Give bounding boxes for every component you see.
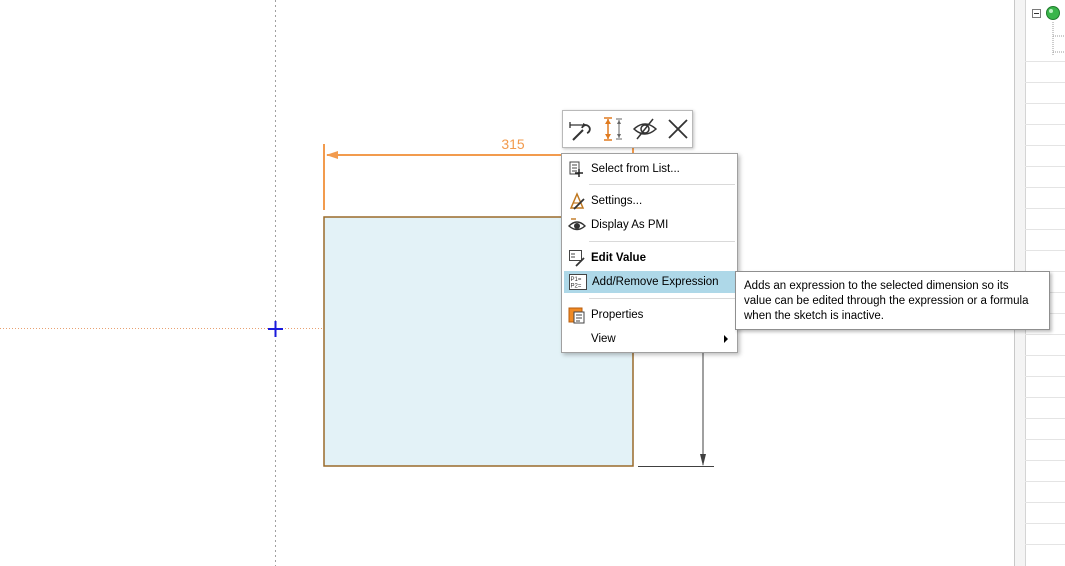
navigator-row-divider <box>1025 397 1065 398</box>
menu-item-add-remove-expression[interactable]: P1= P2= Add/Remove Expression <box>564 271 735 293</box>
navigator-row-divider <box>1025 187 1065 188</box>
navigator-row-divider <box>1025 103 1065 104</box>
navigator-row-divider <box>1025 208 1065 209</box>
navigator-row-divider <box>1025 376 1065 377</box>
delete-button[interactable] <box>664 114 692 144</box>
navigator-row-divider <box>1025 502 1065 503</box>
navigator-row-divider <box>1025 544 1065 545</box>
menu-item-label: Display As PMI <box>591 219 669 231</box>
tooltip-line: value can be edited through the expressi… <box>744 295 1029 307</box>
context-menu: Select from List... Settings... Display … <box>561 153 738 353</box>
dimension-arrowhead-left <box>326 151 338 159</box>
alternate-dimension-button[interactable] <box>599 114 627 144</box>
navigator-row-divider <box>1025 418 1065 419</box>
empty-icon-slot <box>567 329 587 349</box>
menu-item-label: Properties <box>591 309 644 321</box>
alternate-dimension-icon <box>603 117 622 141</box>
navigator-row-divider <box>1025 145 1065 146</box>
menu-item-label: Edit Value <box>591 252 646 264</box>
navigator-row-divider <box>1025 439 1065 440</box>
menu-separator <box>589 184 735 185</box>
menu-item-edit-value[interactable]: Edit Value <box>564 247 735 269</box>
status-green-icon <box>1046 6 1060 20</box>
hide-icon <box>633 118 658 140</box>
tooltip-line: when the sketch is inactive. <box>744 310 884 322</box>
expression-icon: P1= P2= <box>568 272 588 292</box>
navigator-tree-node[interactable] <box>1015 0 1065 60</box>
menu-item-label: Add/Remove Expression <box>592 276 719 288</box>
menu-item-label: View <box>591 333 616 345</box>
navigator-row-divider <box>1025 166 1065 167</box>
edit-dimension-button[interactable] <box>566 114 594 144</box>
select-from-list-icon <box>567 159 587 179</box>
menu-item-label: Select from List... <box>591 163 680 175</box>
navigator-row-divider <box>1025 460 1065 461</box>
submenu-arrow-icon <box>724 335 728 343</box>
menu-item-select-from-list[interactable]: Select from List... <box>564 158 735 180</box>
menu-separator <box>589 241 735 242</box>
menu-item-view[interactable]: View <box>564 328 735 350</box>
dimension-value-label[interactable]: 315 <box>501 136 525 152</box>
settings-icon <box>567 191 587 211</box>
properties-icon <box>567 305 587 325</box>
hide-button[interactable] <box>632 114 660 144</box>
tooltip: Adds an expression to the selected dimen… <box>735 271 1050 330</box>
svg-text:P2=: P2= <box>571 284 582 290</box>
navigator-row-divider <box>1025 523 1065 524</box>
navigator-row-divider <box>1025 481 1065 482</box>
menu-separator <box>589 298 735 299</box>
navigator-row-divider <box>1025 334 1065 335</box>
navigator-row-divider <box>1025 82 1065 83</box>
edit-value-icon <box>567 248 587 268</box>
navigator-row-divider <box>1025 250 1065 251</box>
menu-item-label: Settings... <box>591 195 643 207</box>
edit-dimension-icon <box>569 122 591 141</box>
dimension-mini-toolbar <box>562 110 693 148</box>
vertical-dimension-arrowhead <box>700 454 706 466</box>
tooltip-line: Adds an expression to the selected dimen… <box>744 280 1009 292</box>
svg-text:P1=: P1= <box>571 277 582 283</box>
menu-item-display-as-pmi[interactable]: Display As PMI <box>564 214 735 236</box>
delete-icon <box>668 119 688 139</box>
display-pmi-icon <box>567 215 587 235</box>
navigator-row-divider <box>1025 124 1065 125</box>
origin-cross-icon <box>268 321 283 337</box>
navigator-row-divider <box>1025 229 1065 230</box>
navigator-row-divider <box>1025 355 1065 356</box>
menu-item-properties[interactable]: Properties <box>564 304 735 326</box>
navigator-row-divider <box>1025 61 1065 62</box>
menu-item-settings[interactable]: Settings... <box>564 190 735 212</box>
